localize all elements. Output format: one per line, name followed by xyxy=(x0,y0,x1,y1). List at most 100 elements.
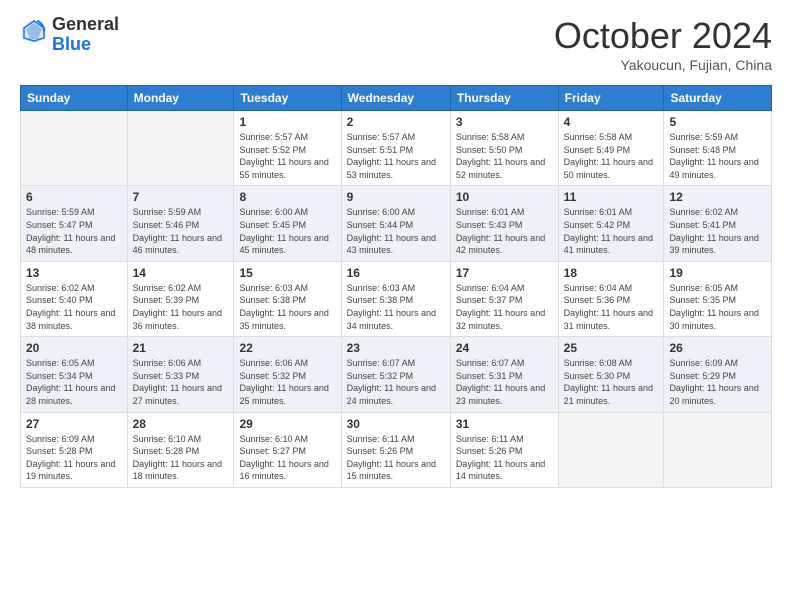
calendar-cell: 9Sunrise: 6:00 AMSunset: 5:44 PMDaylight… xyxy=(341,186,450,261)
day-info: Sunrise: 6:11 AMSunset: 5:26 PMDaylight:… xyxy=(347,433,445,483)
day-info: Sunrise: 5:58 AMSunset: 5:49 PMDaylight:… xyxy=(564,131,659,181)
calendar-cell xyxy=(21,111,128,186)
day-number: 30 xyxy=(347,417,445,431)
calendar-cell: 17 Sunrise: 6:04 AMSunset: 5:37 PMDayligh… xyxy=(450,261,558,336)
calendar-row-4: 20Sunrise: 6:05 AMSunset: 5:34 PMDayligh… xyxy=(21,337,772,412)
calendar-cell: 3Sunrise: 5:58 AMSunset: 5:50 PMDaylight… xyxy=(450,111,558,186)
day-info: Sunrise: 6:01 AMSunset: 5:43 PMDaylight:… xyxy=(456,206,553,256)
day-info: Sunrise: 6:03 AMSunset: 5:38 PMDaylight:… xyxy=(239,282,335,332)
calendar-cell: 4Sunrise: 5:58 AMSunset: 5:49 PMDaylight… xyxy=(558,111,664,186)
day-number: 9 xyxy=(347,190,445,204)
day-number: 2 xyxy=(347,115,445,129)
day-number: 1 xyxy=(239,115,335,129)
day-info: Sunrise: 6:09 AMSunset: 5:29 PMDaylight:… xyxy=(669,357,766,407)
day-number: 16 xyxy=(347,266,445,280)
calendar-cell: 18 Sunrise: 6:04 AMSunset: 5:36 PMDayligh… xyxy=(558,261,664,336)
calendar-cell: 27 Sunrise: 6:09 AMSunset: 5:28 PMDayligh… xyxy=(21,412,128,487)
calendar-page: General Blue October 2024 Yakoucun, Fuji… xyxy=(0,0,792,612)
day-number: 7 xyxy=(133,190,229,204)
calendar-cell: 11 Sunrise: 6:01 AMSunset: 5:42 PMDayligh… xyxy=(558,186,664,261)
day-number: 23 xyxy=(347,341,445,355)
day-number: 5 xyxy=(669,115,766,129)
calendar-cell: 20Sunrise: 6:05 AMSunset: 5:34 PMDayligh… xyxy=(21,337,128,412)
calendar-table: Sunday Monday Tuesday Wednesday Thursday… xyxy=(20,85,772,488)
logo-blue-text: Blue xyxy=(52,35,119,55)
day-info: Sunrise: 6:05 AMSunset: 5:34 PMDaylight:… xyxy=(26,357,122,407)
day-info: Sunrise: 6:07 AMSunset: 5:32 PMDaylight:… xyxy=(347,357,445,407)
day-number: 29 xyxy=(239,417,335,431)
day-info: Sunrise: 6:03 AMSunset: 5:38 PMDaylight:… xyxy=(347,282,445,332)
col-sunday: Sunday xyxy=(21,86,128,111)
col-thursday: Thursday xyxy=(450,86,558,111)
logo-general-text: General xyxy=(52,15,119,35)
day-number: 10 xyxy=(456,190,553,204)
day-info: Sunrise: 6:02 AMSunset: 5:41 PMDaylight:… xyxy=(669,206,766,256)
day-number: 31 xyxy=(456,417,553,431)
col-wednesday: Wednesday xyxy=(341,86,450,111)
day-info: Sunrise: 6:04 AMSunset: 5:37 PMDaylight:… xyxy=(456,282,553,332)
day-number: 18 xyxy=(564,266,659,280)
calendar-row-3: 13Sunrise: 6:02 AMSunset: 5:40 PMDayligh… xyxy=(21,261,772,336)
day-info: Sunrise: 5:57 AMSunset: 5:52 PMDaylight:… xyxy=(239,131,335,181)
day-info: Sunrise: 6:06 AMSunset: 5:33 PMDaylight:… xyxy=(133,357,229,407)
day-info: Sunrise: 6:01 AMSunset: 5:42 PMDaylight:… xyxy=(564,206,659,256)
day-number: 8 xyxy=(239,190,335,204)
day-info: Sunrise: 5:57 AMSunset: 5:51 PMDaylight:… xyxy=(347,131,445,181)
day-info: Sunrise: 6:10 AMSunset: 5:28 PMDaylight:… xyxy=(133,433,229,483)
calendar-cell: 24Sunrise: 6:07 AMSunset: 5:31 PMDayligh… xyxy=(450,337,558,412)
logo-icon xyxy=(20,17,48,45)
calendar-cell: 7 Sunrise: 5:59 AMSunset: 5:46 PMDaylight… xyxy=(127,186,234,261)
calendar-cell: 21 Sunrise: 6:06 AMSunset: 5:33 PMDayligh… xyxy=(127,337,234,412)
day-info: Sunrise: 6:09 AMSunset: 5:28 PMDaylight:… xyxy=(26,433,122,483)
day-info: Sunrise: 6:10 AMSunset: 5:27 PMDaylight:… xyxy=(239,433,335,483)
calendar-cell xyxy=(558,412,664,487)
calendar-header-row: Sunday Monday Tuesday Wednesday Thursday… xyxy=(21,86,772,111)
day-info: Sunrise: 6:02 AMSunset: 5:39 PMDaylight:… xyxy=(133,282,229,332)
day-number: 12 xyxy=(669,190,766,204)
calendar-cell: 8Sunrise: 6:00 AMSunset: 5:45 PMDaylight… xyxy=(234,186,341,261)
calendar-row-2: 6 Sunrise: 5:59 AMSunset: 5:47 PMDaylight… xyxy=(21,186,772,261)
col-tuesday: Tuesday xyxy=(234,86,341,111)
calendar-cell: 6 Sunrise: 5:59 AMSunset: 5:47 PMDaylight… xyxy=(21,186,128,261)
col-saturday: Saturday xyxy=(664,86,772,111)
header: General Blue October 2024 Yakoucun, Fuji… xyxy=(20,15,772,73)
title-section: October 2024 Yakoucun, Fujian, China xyxy=(554,15,772,73)
day-info: Sunrise: 6:02 AMSunset: 5:40 PMDaylight:… xyxy=(26,282,122,332)
calendar-cell: 12 Sunrise: 6:02 AMSunset: 5:41 PMDayligh… xyxy=(664,186,772,261)
calendar-cell: 2 Sunrise: 5:57 AMSunset: 5:51 PMDaylight… xyxy=(341,111,450,186)
calendar-cell: 28 Sunrise: 6:10 AMSunset: 5:28 PMDayligh… xyxy=(127,412,234,487)
day-number: 22 xyxy=(239,341,335,355)
day-number: 25 xyxy=(564,341,659,355)
calendar-cell xyxy=(127,111,234,186)
location-subtitle: Yakoucun, Fujian, China xyxy=(554,57,772,73)
col-monday: Monday xyxy=(127,86,234,111)
day-info: Sunrise: 6:04 AMSunset: 5:36 PMDaylight:… xyxy=(564,282,659,332)
calendar-cell: 14Sunrise: 6:02 AMSunset: 5:39 PMDayligh… xyxy=(127,261,234,336)
day-number: 21 xyxy=(133,341,229,355)
day-info: Sunrise: 6:06 AMSunset: 5:32 PMDaylight:… xyxy=(239,357,335,407)
day-number: 27 xyxy=(26,417,122,431)
day-number: 15 xyxy=(239,266,335,280)
logo: General Blue xyxy=(20,15,119,55)
calendar-row-1: 1 Sunrise: 5:57 AMSunset: 5:52 PMDaylight… xyxy=(21,111,772,186)
day-number: 11 xyxy=(564,190,659,204)
day-number: 6 xyxy=(26,190,122,204)
day-info: Sunrise: 6:11 AMSunset: 5:26 PMDaylight:… xyxy=(456,433,553,483)
day-number: 17 xyxy=(456,266,553,280)
calendar-cell: 26 Sunrise: 6:09 AMSunset: 5:29 PMDayligh… xyxy=(664,337,772,412)
col-friday: Friday xyxy=(558,86,664,111)
calendar-cell: 29 Sunrise: 6:10 AMSunset: 5:27 PMDayligh… xyxy=(234,412,341,487)
day-number: 3 xyxy=(456,115,553,129)
calendar-cell: 13Sunrise: 6:02 AMSunset: 5:40 PMDayligh… xyxy=(21,261,128,336)
day-info: Sunrise: 5:59 AMSunset: 5:47 PMDaylight:… xyxy=(26,206,122,256)
day-number: 28 xyxy=(133,417,229,431)
logo-text: General Blue xyxy=(52,15,119,55)
calendar-cell: 10 Sunrise: 6:01 AMSunset: 5:43 PMDayligh… xyxy=(450,186,558,261)
calendar-cell: 30 Sunrise: 6:11 AMSunset: 5:26 PMDayligh… xyxy=(341,412,450,487)
calendar-cell xyxy=(664,412,772,487)
calendar-cell: 23 Sunrise: 6:07 AMSunset: 5:32 PMDayligh… xyxy=(341,337,450,412)
calendar-cell: 16 Sunrise: 6:03 AMSunset: 5:38 PMDayligh… xyxy=(341,261,450,336)
calendar-cell: 15 Sunrise: 6:03 AMSunset: 5:38 PMDayligh… xyxy=(234,261,341,336)
day-info: Sunrise: 5:59 AMSunset: 5:46 PMDaylight:… xyxy=(133,206,229,256)
day-number: 26 xyxy=(669,341,766,355)
